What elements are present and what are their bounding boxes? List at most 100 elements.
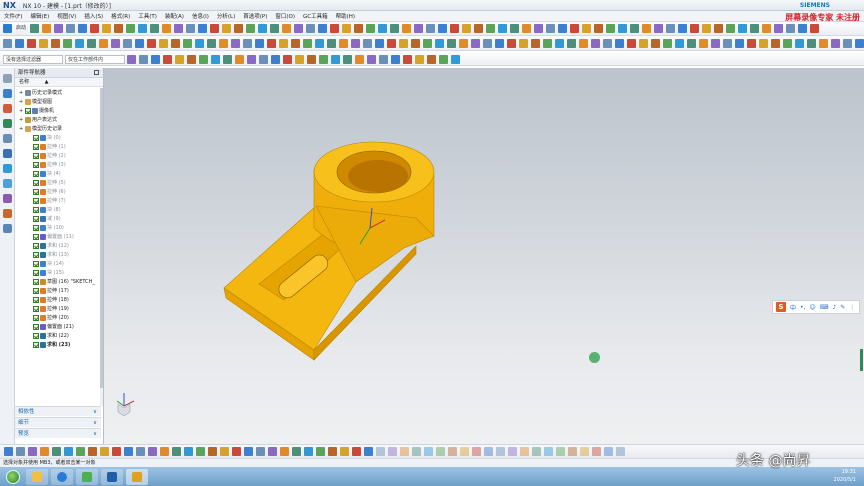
feature-tool-icon-48[interactable] xyxy=(579,39,588,48)
feature-tool-icon-3[interactable] xyxy=(39,39,48,48)
bottom-tool-icon-30[interactable] xyxy=(364,447,373,456)
tree-node[interactable]: 拉伸 (20) xyxy=(15,313,101,322)
feature-tool-icon-71[interactable] xyxy=(855,39,864,48)
standard-tool-icon-12[interactable] xyxy=(174,24,184,33)
feature-tool-icon-14[interactable] xyxy=(171,39,180,48)
snap-tool-icon-12[interactable] xyxy=(271,54,280,64)
feature-tool-icon-13[interactable] xyxy=(159,39,168,48)
bottom-tool-icon-36[interactable] xyxy=(436,447,445,456)
bottom-tool-icon-33[interactable] xyxy=(400,447,409,456)
bottom-tool-icon-49[interactable] xyxy=(592,447,601,456)
standard-tool-icon-34[interactable] xyxy=(438,24,448,33)
standard-tool-icon-11[interactable] xyxy=(162,24,172,33)
standard-tool-icon-44[interactable] xyxy=(558,24,568,33)
standard-tool-icon-50[interactable] xyxy=(630,24,640,33)
taskbar-nx[interactable] xyxy=(126,468,148,485)
standard-tool-icon-30[interactable] xyxy=(390,24,400,33)
feature-tool-icon-53[interactable] xyxy=(639,39,648,48)
feature-tool-icon-2[interactable] xyxy=(27,39,36,48)
tree-node[interactable]: 块 (15) xyxy=(15,268,101,277)
bottom-tool-icon-17[interactable] xyxy=(208,447,217,456)
bottom-tool-icon-18[interactable] xyxy=(220,447,229,456)
bottom-tool-icon-38[interactable] xyxy=(460,447,469,456)
bottom-tool-icon-7[interactable] xyxy=(88,447,97,456)
snap-tool-icon-24[interactable] xyxy=(415,54,424,64)
tree-node[interactable]: 拉伸 (7) xyxy=(15,196,101,205)
bottom-tool-icon-9[interactable] xyxy=(112,447,121,456)
visibility-checkbox[interactable] xyxy=(33,287,39,294)
snap-tool-icon-0[interactable] xyxy=(127,54,136,64)
feature-tool-icon-65[interactable] xyxy=(783,39,792,48)
standard-tool-icon-55[interactable] xyxy=(690,24,700,33)
standard-tool-icon-41[interactable] xyxy=(522,24,532,33)
visibility-checkbox[interactable] xyxy=(33,170,39,177)
menu-item-9[interactable]: 首选项(P) xyxy=(239,12,271,20)
feature-tool-icon-34[interactable] xyxy=(411,39,420,48)
tree-node[interactable]: 求和 (23) xyxy=(15,340,101,349)
menu-item-5[interactable]: 工具(T) xyxy=(134,12,161,20)
bottom-tool-icon-37[interactable] xyxy=(448,447,457,456)
tree-node[interactable]: 拉伸 (2) xyxy=(15,151,101,160)
feature-tool-icon-58[interactable] xyxy=(699,39,708,48)
tree-node[interactable]: + 用户表达式 xyxy=(15,115,101,124)
standard-tool-icon-14[interactable] xyxy=(198,24,208,33)
taskbar-media-player[interactable] xyxy=(76,468,98,485)
standard-tool-icon-51[interactable] xyxy=(642,24,652,33)
standard-tool-icon-35[interactable] xyxy=(450,24,460,33)
snap-tool-icon-3[interactable] xyxy=(163,54,172,64)
menu-item-8[interactable]: 分析(L) xyxy=(213,12,239,20)
feature-tool-icon-50[interactable] xyxy=(603,39,612,48)
bottom-tool-icon-22[interactable] xyxy=(268,447,277,456)
standard-tool-icon-6[interactable] xyxy=(102,24,112,33)
navigator-panel-0[interactable]: 相依性 ∨ xyxy=(15,406,101,416)
snap-tool-icon-11[interactable] xyxy=(259,54,268,64)
standard-tool-icon-17[interactable] xyxy=(234,24,244,33)
feature-tool-icon-5[interactable] xyxy=(63,39,72,48)
standard-tool-icon-59[interactable] xyxy=(738,24,748,33)
standard-tool-icon-22[interactable] xyxy=(294,24,304,33)
visibility-checkbox[interactable] xyxy=(33,332,39,339)
bottom-tool-icon-42[interactable] xyxy=(508,447,517,456)
standard-tool-icon-7[interactable] xyxy=(114,24,124,33)
part-navigator-icon[interactable] xyxy=(2,89,12,98)
settings-icon[interactable] xyxy=(2,74,12,83)
ime-toolbar[interactable]: S 中 •, ☺ ⌨ ♪ ✎ ⋮ xyxy=(772,300,860,314)
menu-item-6[interactable]: 装配(A) xyxy=(161,12,188,20)
bottom-tool-icon-1[interactable] xyxy=(16,447,25,456)
assembly-navigator-icon[interactable] xyxy=(2,104,12,113)
feature-tool-icon-41[interactable] xyxy=(495,39,504,48)
punctuation-icon[interactable]: •, xyxy=(800,304,805,311)
bottom-tool-icon-2[interactable] xyxy=(28,447,37,456)
tree-node[interactable]: 求和 (22) xyxy=(15,331,101,340)
bottom-tool-icon-8[interactable] xyxy=(100,447,109,456)
menu-item-1[interactable]: 编辑(E) xyxy=(26,12,53,20)
standard-tool-icon-40[interactable] xyxy=(510,24,520,33)
feature-tool-icon-45[interactable] xyxy=(543,39,552,48)
tree-node[interactable]: 拉伸 (19) xyxy=(15,304,101,313)
visibility-checkbox[interactable] xyxy=(33,134,39,141)
feature-tool-icon-26[interactable] xyxy=(315,39,324,48)
graphics-window[interactable] xyxy=(104,68,864,444)
chevron-down-icon[interactable]: ∨ xyxy=(93,418,97,428)
bottom-tool-icon-46[interactable] xyxy=(556,447,565,456)
navigator-panel-1[interactable]: 细节 ∨ xyxy=(15,417,101,427)
bottom-tool-icon-28[interactable] xyxy=(340,447,349,456)
standard-tool-icon-13[interactable] xyxy=(186,24,196,33)
bottom-tool-icon-13[interactable] xyxy=(160,447,169,456)
standard-tool-icon-58[interactable] xyxy=(726,24,736,33)
bottom-tool-icon-41[interactable] xyxy=(496,447,505,456)
selection-filter-dropdown[interactable]: 没有选择过滤器 xyxy=(3,54,63,64)
standard-tool-icon-54[interactable] xyxy=(678,24,688,33)
microphone-icon[interactable]: ♪ xyxy=(832,304,836,311)
snap-tool-icon-26[interactable] xyxy=(439,54,448,64)
standard-tool-icon-27[interactable] xyxy=(354,24,364,33)
bottom-tool-icon-45[interactable] xyxy=(544,447,553,456)
bottom-tool-icon-20[interactable] xyxy=(244,447,253,456)
snap-tool-icon-4[interactable] xyxy=(175,54,184,64)
feature-tool-icon-38[interactable] xyxy=(459,39,468,48)
snap-tool-icon-7[interactable] xyxy=(211,54,220,64)
feature-tool-icon-9[interactable] xyxy=(111,39,120,48)
tree-node[interactable]: + 历史记录模式 xyxy=(15,88,101,97)
feature-tool-icon-64[interactable] xyxy=(771,39,780,48)
snap-tool-icon-23[interactable] xyxy=(403,54,412,64)
